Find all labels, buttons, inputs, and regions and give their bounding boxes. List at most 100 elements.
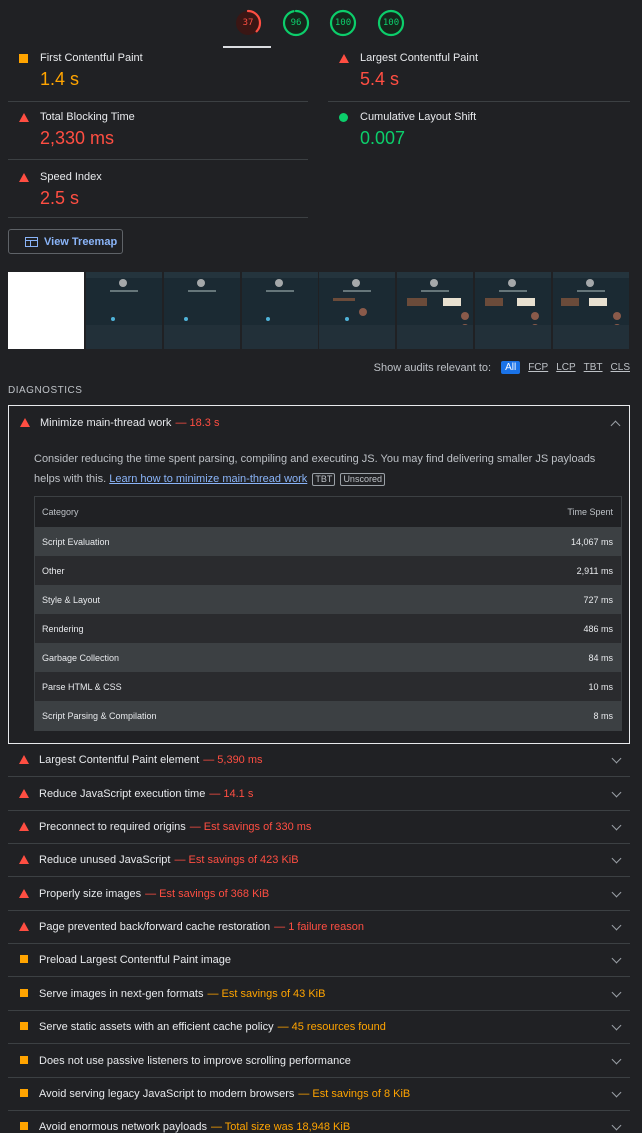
category-cell: Parse HTML & CSS bbox=[42, 681, 122, 692]
filter-lcp[interactable]: LCP bbox=[556, 362, 575, 373]
chevron-up-icon[interactable] bbox=[610, 420, 621, 431]
metric-name: Speed Index bbox=[40, 171, 102, 183]
audit-display-value: — 5,390 ms bbox=[203, 754, 263, 766]
filmstrip-frame bbox=[475, 272, 551, 349]
fail-triangle-icon bbox=[19, 922, 29, 931]
table-row: Parse HTML & CSS 10 ms bbox=[35, 672, 621, 701]
table-header: Category Time Spent bbox=[35, 497, 621, 527]
filter-tbt[interactable]: TBT bbox=[584, 362, 603, 373]
divider bbox=[8, 101, 308, 102]
time-cell: 486 ms bbox=[583, 623, 613, 634]
audit-title: Reduce JavaScript execution time — 14.1 s bbox=[39, 788, 253, 800]
category-cell: Garbage Collection bbox=[42, 652, 120, 663]
chevron-down-icon[interactable] bbox=[611, 1087, 622, 1098]
audit-display-value: — Est savings of 43 KiB bbox=[207, 988, 326, 1000]
accessibility-gauge[interactable]: 96 bbox=[281, 8, 311, 38]
audit-row[interactable]: Preload Largest Contentful Paint image bbox=[8, 943, 630, 977]
score-gauges: 37 96 100 100 bbox=[0, 0, 642, 48]
chevron-down-icon[interactable] bbox=[611, 1054, 622, 1065]
audit-row[interactable]: Properly size images — Est savings of 368… bbox=[8, 877, 630, 911]
best-practices-score: 100 bbox=[334, 18, 352, 28]
chevron-down-icon[interactable] bbox=[611, 1020, 622, 1031]
chevron-down-icon[interactable] bbox=[611, 820, 622, 831]
audit-display-value: — Est savings of 330 ms bbox=[189, 821, 312, 833]
diagnostics-heading: DIAGNOSTICS bbox=[8, 385, 83, 396]
fail-triangle-icon bbox=[19, 755, 29, 764]
fail-triangle-icon bbox=[19, 889, 29, 898]
audit-title: Minimize main-thread work — 18.3 s bbox=[40, 417, 219, 429]
filter-fcp[interactable]: FCP bbox=[528, 362, 548, 373]
metric-value: 2.5 s bbox=[40, 188, 80, 208]
filmstrip-frame bbox=[8, 272, 84, 349]
audit-row[interactable]: Avoid serving legacy JavaScript to moder… bbox=[8, 1077, 630, 1111]
chevron-down-icon[interactable] bbox=[611, 787, 622, 798]
category-cell: Script Evaluation bbox=[42, 536, 110, 547]
chevron-down-icon[interactable] bbox=[611, 853, 622, 864]
audit-title-text: Largest Contentful Paint element bbox=[39, 754, 200, 766]
chevron-down-icon[interactable] bbox=[611, 753, 622, 764]
audit-row[interactable]: Page prevented back/forward cache restor… bbox=[8, 910, 630, 944]
fail-triangle-icon bbox=[20, 418, 30, 427]
audit-display-value: — 1 failure reason bbox=[274, 921, 365, 933]
chevron-down-icon[interactable] bbox=[611, 987, 622, 998]
filter-all[interactable]: All bbox=[501, 361, 521, 374]
audit-row[interactable]: Serve static assets with an efficient ca… bbox=[8, 1010, 630, 1044]
audit-title-text: Reduce JavaScript execution time bbox=[39, 788, 206, 800]
audit-row[interactable]: Largest Contentful Paint element — 5,390 … bbox=[8, 743, 630, 777]
audit-display-value: — 45 resources found bbox=[277, 1021, 386, 1033]
audit-title: Avoid enormous network payloads — Total s… bbox=[39, 1121, 350, 1133]
audit-display-value: — Total size was 18,948 KiB bbox=[210, 1121, 351, 1133]
average-square-icon bbox=[20, 1122, 28, 1130]
metric-value: 0.007 bbox=[360, 128, 406, 148]
filmstrip-frame bbox=[86, 272, 162, 349]
time-cell: 10 ms bbox=[588, 681, 613, 692]
metric-si: Speed Index 2.5 s bbox=[8, 171, 308, 216]
audit-row[interactable]: Reduce unused JavaScript — Est savings of… bbox=[8, 843, 630, 877]
seo-gauge[interactable]: 100 bbox=[376, 8, 406, 38]
audit-title: Largest Contentful Paint element — 5,390 … bbox=[39, 754, 263, 766]
time-cell: 14,067 ms bbox=[570, 536, 613, 547]
learn-more-link[interactable]: Learn how to minimize main-thread work bbox=[109, 473, 307, 485]
category-cell: Style & Layout bbox=[42, 594, 101, 605]
audit-filter-label: Show audits relevant to: bbox=[373, 361, 492, 374]
metric-lcp: Largest Contentful Paint 5.4 s bbox=[328, 52, 628, 97]
audit-title-text: Avoid enormous network payloads bbox=[39, 1121, 207, 1133]
audit-row[interactable]: Reduce JavaScript execution time — 14.1 s bbox=[8, 777, 630, 811]
fail-triangle-icon bbox=[19, 855, 29, 864]
filter-cls[interactable]: CLS bbox=[611, 362, 630, 373]
divider bbox=[8, 159, 308, 160]
audit-title: Serve images in next-gen formats — Est sa… bbox=[39, 988, 325, 1000]
accessibility-score: 96 bbox=[290, 18, 302, 28]
view-treemap-button[interactable]: View Treemap bbox=[8, 229, 123, 254]
audit-title-text: Serve static assets with an efficient ca… bbox=[39, 1021, 274, 1033]
metric-fcp: First Contentful Paint 1.4 s bbox=[8, 52, 308, 97]
best-practices-gauge[interactable]: 100 bbox=[328, 8, 358, 38]
audit-row[interactable]: Preconnect to required origins — Est savi… bbox=[8, 810, 630, 844]
metric-value: 5.4 s bbox=[360, 69, 400, 89]
chevron-down-icon[interactable] bbox=[611, 887, 622, 898]
chevron-down-icon[interactable] bbox=[611, 920, 622, 931]
audit-row[interactable]: Serve images in next-gen formats — Est sa… bbox=[8, 977, 630, 1011]
seo-score: 100 bbox=[382, 18, 400, 28]
view-treemap-label: View Treemap bbox=[44, 235, 118, 248]
table-row: Rendering 486 ms bbox=[35, 614, 621, 643]
table-row: Garbage Collection 84 ms bbox=[35, 643, 621, 672]
audit-row[interactable]: Avoid enormous network payloads — Total s… bbox=[8, 1110, 630, 1133]
audit-filter: Show audits relevant to: All FCP LCP TBT… bbox=[374, 361, 630, 374]
filmstrip-frame bbox=[553, 272, 629, 349]
chevron-down-icon[interactable] bbox=[611, 953, 622, 964]
audit-title-text: Preload Largest Contentful Paint image bbox=[39, 954, 232, 966]
category-cell: Rendering bbox=[42, 623, 84, 634]
category-cell: Script Parsing & Compilation bbox=[42, 710, 157, 721]
filmstrip-frame bbox=[319, 272, 395, 349]
audit-display-value: — Est savings of 8 KiB bbox=[298, 1088, 411, 1100]
audit-title-text: Does not use passive listeners to improv… bbox=[39, 1055, 351, 1067]
audit-title: Preconnect to required origins — Est savi… bbox=[39, 821, 311, 833]
table-row: Other 2,911 ms bbox=[35, 556, 621, 585]
audit-row[interactable]: Does not use passive listeners to improv… bbox=[8, 1044, 630, 1078]
performance-gauge[interactable]: 37 bbox=[233, 8, 263, 38]
chevron-down-icon[interactable] bbox=[611, 1120, 622, 1131]
performance-score: 37 bbox=[242, 18, 254, 28]
audit-header[interactable]: Minimize main-thread work — 18.3 s bbox=[9, 406, 629, 440]
unscored-badge: Unscored bbox=[340, 473, 385, 486]
